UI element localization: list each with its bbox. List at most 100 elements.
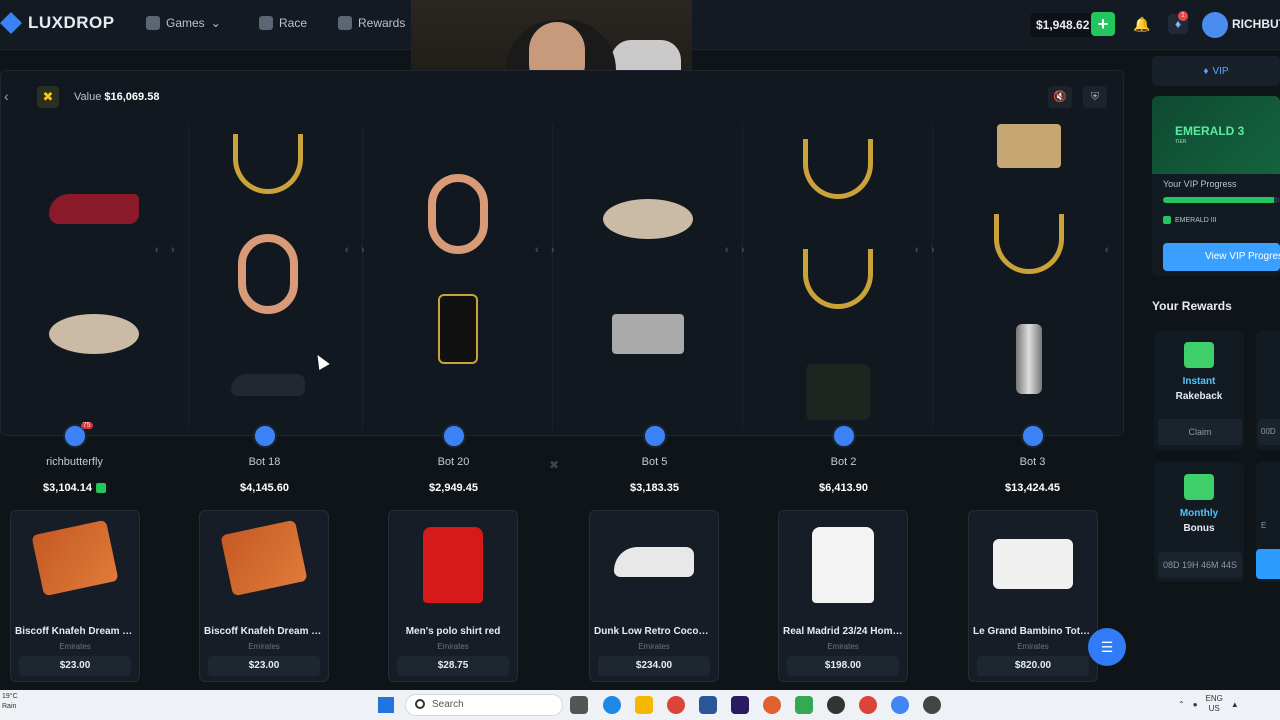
view-vip-progress-button[interactable]: View VIP Progress (1163, 243, 1280, 271)
luxdrop-logo[interactable]: LUXDROP (0, 12, 115, 34)
chevron-up-icon[interactable]: ⌃ (1178, 700, 1185, 709)
item-name: Dunk Low Retro Coconut... (594, 626, 714, 637)
bot-avatar (642, 424, 667, 448)
item-price: $820.00 (977, 656, 1089, 676)
player-slot[interactable]: Bot 20 $2,949.45 (359, 424, 548, 494)
microphone-icon[interactable]: ● (1193, 700, 1198, 709)
chocolate-bar-image (220, 519, 308, 597)
laurel-item (803, 139, 873, 199)
app-icon[interactable] (827, 696, 845, 714)
user-avatar[interactable] (1202, 12, 1228, 38)
store-icon[interactable] (699, 696, 717, 714)
fairness-shield-icon[interactable]: ⛨ (1083, 86, 1107, 108)
player-total: $4,145.60 (240, 482, 289, 494)
chrome-icon[interactable] (859, 696, 877, 714)
task-view-icon[interactable] (570, 696, 588, 714)
player-total: $13,424.45 (1004, 482, 1061, 494)
item-card[interactable]: Dunk Low Retro Coconut... Emirates $234.… (589, 510, 719, 682)
reel-arrows: ‹ › (345, 244, 365, 256)
item-name: Biscoff Knafeh Dream Bar (204, 626, 324, 637)
item-price: $23.00 (19, 656, 131, 676)
chrome-icon[interactable] (667, 696, 685, 714)
tier-name: EMERALD 3 (1175, 124, 1245, 138)
red-polo-shirt-image (423, 527, 483, 603)
chrome-icon[interactable] (891, 696, 909, 714)
verified-icon (95, 483, 106, 494)
nav-race-label: Race (279, 16, 308, 30)
wifi-icon[interactable]: ▲ (1231, 700, 1239, 709)
item-card[interactable]: Men's polo shirt red Emirates $28.75 (388, 510, 518, 682)
flag-icon (259, 16, 273, 30)
tab-vip[interactable]: ♦ VIP (1152, 56, 1280, 86)
taskbar-search[interactable]: Search (405, 694, 563, 716)
tote-item (996, 124, 1061, 168)
item-price: $23.00 (208, 656, 320, 676)
windows-start-icon[interactable] (378, 697, 394, 713)
drive-icon[interactable] (795, 696, 813, 714)
tier-chip: EMERALD III (1163, 216, 1217, 224)
item-card[interactable]: Biscoff Knafeh Dream Bar Emirates $23.00 (10, 510, 140, 682)
player-total: $3,183.35 (630, 482, 679, 494)
value-amount: $16,069.58 (104, 91, 160, 103)
monthly-countdown: 08D 19H 46M 44S (1158, 552, 1242, 578)
weather-widget[interactable]: 19°C Rain (2, 692, 18, 712)
weather-temp: 19°C (2, 693, 18, 700)
file-explorer-icon[interactable] (635, 696, 653, 714)
media-player-icon[interactable] (923, 696, 941, 714)
player-name: Bot 5 (641, 456, 668, 468)
nav-games[interactable]: Games ⌄ (146, 16, 221, 30)
player-slot[interactable]: Bot 18 $4,145.60 (170, 424, 359, 494)
deposit-button[interactable]: + (1091, 12, 1115, 36)
item-card[interactable]: Biscoff Knafeh Dream Bar Emirates $23.00 (199, 510, 329, 682)
claim-button[interactable]: Claim (1158, 419, 1242, 445)
nav-rewards[interactable]: Rewards (338, 16, 405, 30)
cash-icon (1184, 342, 1214, 368)
bot-avatar (441, 424, 466, 448)
mute-icon[interactable]: 🔇 (1048, 86, 1072, 108)
box-item (806, 364, 870, 420)
sun-app-icon[interactable] (763, 696, 781, 714)
item-source: Emirates (1017, 642, 1049, 651)
item-card[interactable]: Real Madrid 23/24 Home... Emirates $198.… (778, 510, 908, 682)
item-source: Emirates (248, 642, 280, 651)
item-card[interactable]: Le Grand Bambino Tote B... Emirates $820… (968, 510, 1098, 682)
reel-arrows: ‹ (1105, 244, 1109, 256)
chocolate-bar-image (31, 519, 119, 597)
chat-icon[interactable]: ☰ (1088, 628, 1126, 666)
player-slot[interactable]: 75 richbutterfly $3,104.14 (0, 422, 169, 494)
language-indicator[interactable]: ENG US (1206, 694, 1223, 714)
white-sneaker-image (614, 527, 694, 577)
brand-name: LUXDROP (28, 13, 115, 32)
nav-race[interactable]: Race (259, 16, 307, 30)
weather-desc: Rain (2, 703, 17, 710)
bell-icon[interactable]: 🔔 (1133, 16, 1150, 33)
laurel-item (803, 249, 873, 309)
notification-badge: 1 (1178, 11, 1188, 21)
player-slot[interactable]: Bot 5 $3,183.35 (560, 424, 749, 494)
reel-column-3 (364, 124, 553, 430)
wallet-balance[interactable]: $1,948.62 (1030, 13, 1096, 37)
ring-item (238, 234, 298, 314)
username-label[interactable]: RICHBUTT (1232, 17, 1280, 31)
item-name: Real Madrid 23/24 Home... (783, 626, 903, 637)
diamond-icon: ♦ (1203, 65, 1209, 77)
reel-column-4 (554, 124, 743, 430)
nav-rewards-label: Rewards (358, 16, 406, 30)
edge-browser-icon[interactable] (603, 696, 621, 714)
battle-value: Value $16,069.58 (74, 91, 159, 103)
gamepad-icon (146, 16, 160, 30)
player-name: Bot 3 (1019, 456, 1046, 468)
reward-partial-button[interactable] (1256, 549, 1280, 579)
reel-column-5 (744, 124, 933, 430)
premiere-icon[interactable] (731, 696, 749, 714)
gift-icon (338, 16, 352, 30)
item-name: Men's polo shirt red (405, 626, 501, 637)
player-slot[interactable]: Bot 3 $13,424.45 (938, 424, 1127, 494)
back-arrow-icon[interactable]: ‹ (4, 88, 9, 104)
player-slot[interactable]: Bot 2 $6,413.90 (749, 424, 938, 494)
chain-bag-item (612, 314, 684, 354)
item-name: Biscoff Knafeh Dream Bar (15, 626, 135, 637)
versus-icon: ✖ (549, 458, 560, 472)
reward-partial-label: 00D (1258, 419, 1280, 445)
perfume-item (1015, 324, 1042, 394)
